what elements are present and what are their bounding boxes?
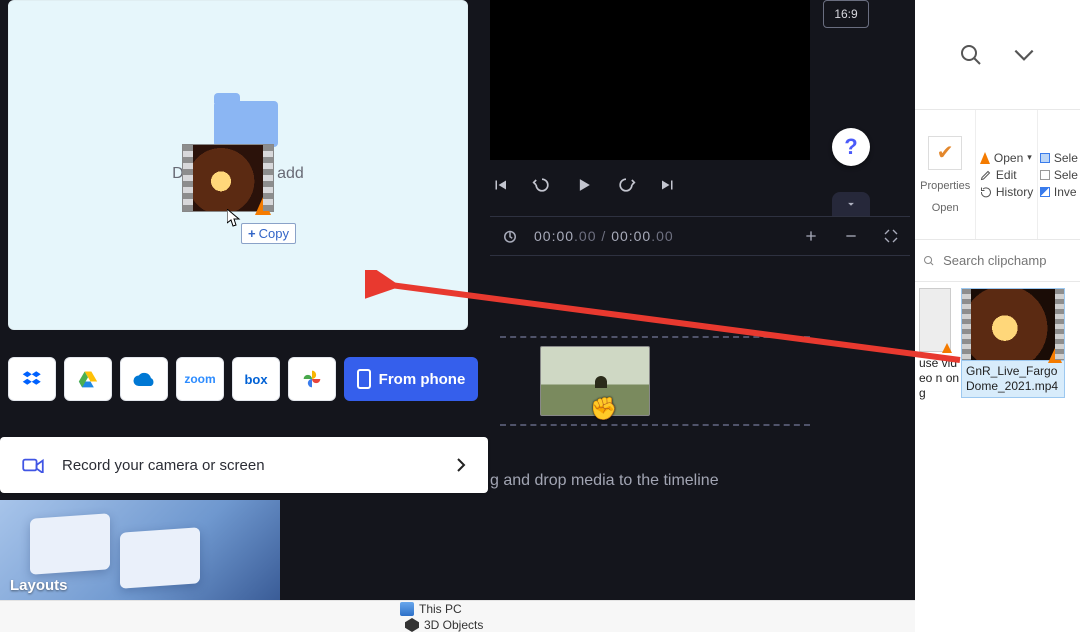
ribbon-edit[interactable]: Edit: [980, 168, 1033, 182]
history-label: History: [996, 185, 1033, 199]
file1-name: use video n ong: [919, 356, 961, 401]
explorer-search[interactable]: [915, 240, 1080, 282]
vlc-icon: [255, 197, 271, 215]
vlc-open-icon: [980, 152, 990, 164]
source-box[interactable]: box: [232, 357, 280, 401]
search-icon[interactable]: [959, 43, 983, 67]
select-none-icon: [1040, 170, 1050, 180]
timecode-total-frac: .00: [651, 228, 673, 244]
file1-thumb: [919, 288, 951, 352]
ribbon-select-all[interactable]: Sele: [1040, 151, 1078, 165]
music-icon[interactable]: [500, 226, 520, 246]
aspect-ratio-selector[interactable]: 16:9: [823, 0, 869, 28]
nav-this-pc[interactable]: This PC: [400, 602, 462, 616]
nav-3d-objects[interactable]: 3D Objects: [405, 618, 483, 632]
from-phone-label: From phone: [379, 371, 466, 388]
source-zoom[interactable]: zoom: [176, 357, 224, 401]
source-onedrive[interactable]: [120, 357, 168, 401]
help-button[interactable]: ?: [832, 128, 870, 166]
file2-name: GnR_Live_FargoDome_2021.mp4: [962, 361, 1064, 397]
source-googledrive[interactable]: [64, 357, 112, 401]
explorer-search-input[interactable]: [943, 253, 1072, 268]
open-label: Open: [994, 151, 1023, 165]
select-all-icon: [1040, 153, 1050, 163]
timeline-toolbar: 00:00.00 / 00:00.00: [490, 216, 910, 256]
source-dropbox[interactable]: [8, 357, 56, 401]
layouts-strip[interactable]: Layouts: [0, 500, 280, 600]
media-panel: Drop media to add +Copy zoom bo: [0, 0, 490, 490]
ribbon-invert[interactable]: Inve: [1040, 185, 1078, 199]
edit-icon: [980, 169, 992, 181]
record-bar-label: Record your camera or screen: [62, 457, 265, 474]
ribbon-open[interactable]: Open ▾: [980, 151, 1033, 165]
tree-graphic: [595, 376, 607, 388]
fit-icon[interactable]: [882, 227, 900, 245]
folder-icon: [214, 101, 278, 147]
layouts-label: Layouts: [10, 577, 68, 594]
nav-3d-objects-label: 3D Objects: [424, 618, 483, 632]
explorer-top-icons: [915, 0, 1080, 110]
camera-icon: [22, 457, 44, 473]
select-all-label: Sele: [1054, 151, 1078, 165]
nav-this-pc-label: This PC: [419, 602, 462, 616]
explorer-nav: This PC 3D Objects: [0, 600, 915, 632]
invert-label: Inve: [1054, 185, 1077, 199]
expand-tab[interactable]: [832, 192, 870, 216]
chevron-right-icon: [456, 458, 466, 472]
source-googlephotos[interactable]: [288, 357, 336, 401]
timecode-current-frac: .00: [574, 228, 596, 244]
file-item-1[interactable]: use video n ong: [915, 288, 953, 438]
media-sources-row: zoom box From phone: [8, 355, 478, 403]
objects3d-icon: [405, 618, 419, 632]
cursor-icon: [227, 209, 241, 227]
explorer-ribbon: ✔ Properties Open Open ▾ Edit: [915, 110, 1080, 240]
chevron-down-icon[interactable]: [1011, 42, 1037, 68]
this-pc-icon: [400, 602, 414, 616]
from-phone-button[interactable]: From phone: [344, 357, 478, 401]
history-icon: [980, 186, 992, 198]
player-controls: [490, 165, 720, 205]
timeline-hint-text: g and drop media to the timeline: [490, 472, 719, 490]
open-group-label: Open: [932, 202, 959, 214]
properties-label[interactable]: Properties: [920, 180, 970, 192]
skip-start-icon[interactable]: [490, 175, 510, 195]
plus-icon: +: [248, 226, 256, 241]
ribbon-select-none[interactable]: Sele: [1040, 168, 1078, 182]
zoom-out-icon[interactable]: [842, 227, 860, 245]
invert-icon: [1040, 187, 1050, 197]
rewind-5-icon[interactable]: [532, 175, 552, 195]
copy-tooltip: +Copy: [241, 223, 296, 244]
copy-tooltip-text: Copy: [259, 226, 289, 241]
timecode-current: 00:00.00 / 00:00.00: [534, 228, 674, 244]
media-drop-area[interactable]: Drop media to add +Copy: [8, 0, 468, 330]
open-dropdown-icon[interactable]: ▾: [1027, 152, 1032, 163]
properties-icon[interactable]: ✔: [928, 136, 962, 170]
play-icon[interactable]: [574, 175, 594, 195]
select-none-label: Sele: [1054, 168, 1078, 182]
grab-cursor-icon: ✊: [590, 396, 617, 422]
timecode-total-main: 00:00: [611, 228, 651, 244]
edit-label: Edit: [996, 168, 1017, 182]
file2-thumb: [962, 289, 1064, 361]
timecode-current-main: 00:00: [534, 228, 574, 244]
search-small-icon: [923, 254, 935, 268]
preview-viewport[interactable]: [490, 0, 810, 160]
file-explorer: ✔ Properties Open Open ▾ Edit: [915, 0, 1080, 632]
vlc-overlay-icon: [1048, 348, 1062, 363]
record-bar[interactable]: Record your camera or screen: [0, 437, 488, 493]
skip-end-icon[interactable]: [658, 175, 678, 195]
forward-5-icon[interactable]: [616, 175, 636, 195]
ribbon-history[interactable]: History: [980, 185, 1033, 199]
drag-preview-thumb: [182, 144, 274, 212]
explorer-file-grid: use video n ong GnR_Live_FargoDome_2021.…: [915, 282, 1080, 632]
file-item-2-selected[interactable]: GnR_Live_FargoDome_2021.mp4: [961, 288, 1065, 398]
zoom-in-icon[interactable]: [802, 227, 820, 245]
